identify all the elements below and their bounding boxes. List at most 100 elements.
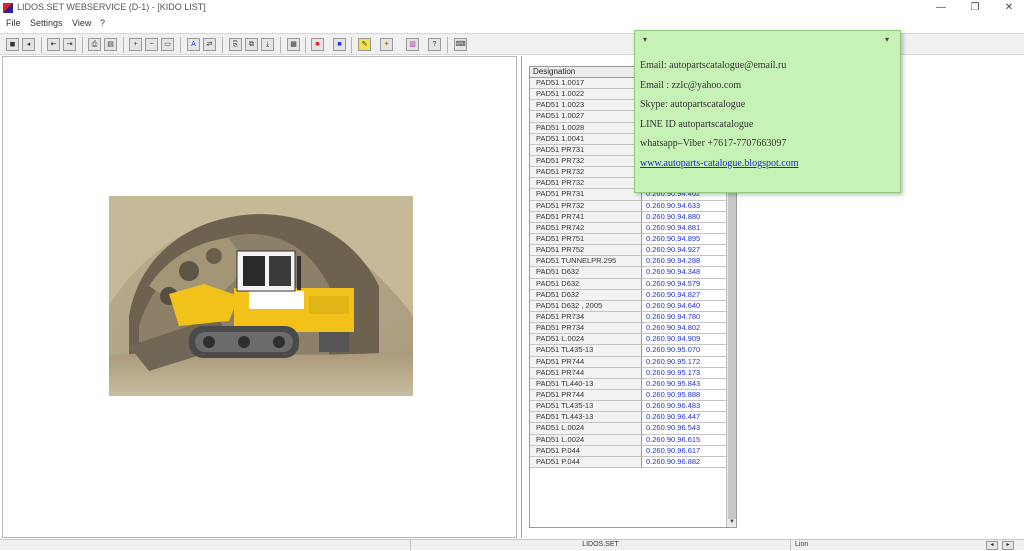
designation-cell[interactable]: PAD51 D632 , 2005 bbox=[530, 300, 642, 312]
designation-cell[interactable]: PAD51 1.0023 bbox=[530, 100, 642, 112]
designation-cell[interactable]: PAD51 PR732 bbox=[530, 178, 642, 190]
designation-cell[interactable]: PAD51 PR734 bbox=[530, 323, 642, 335]
zoom-out-icon[interactable]: − bbox=[145, 38, 158, 51]
designation-cell[interactable]: PAD51 1.0022 bbox=[530, 89, 642, 101]
part-number-cell[interactable]: 0.260.90.94.348 bbox=[642, 267, 726, 279]
copy-icon[interactable]: ⎘ bbox=[229, 38, 242, 51]
popup-website-link[interactable]: www.autoparts-catalogue.blogspot.com bbox=[640, 158, 798, 169]
go-to-start-icon[interactable]: ⇤ bbox=[47, 38, 60, 51]
table-row[interactable]: PAD51 PR732 0.260.90.94.633 bbox=[530, 200, 726, 212]
help-icon[interactable]: ? bbox=[428, 38, 441, 51]
designation-cell[interactable]: PAD51 1.0028 bbox=[530, 122, 642, 134]
designation-cell[interactable]: PAD51 PR732 bbox=[530, 155, 642, 168]
designation-cell[interactable]: PAD51 1.0017 bbox=[530, 78, 642, 90]
designation-cell[interactable]: PAD51 L.0024 bbox=[530, 423, 642, 435]
zoom-in-icon[interactable]: + bbox=[129, 38, 142, 51]
table-row[interactable]: PAD51 P.044 0.260.90.96.882 bbox=[530, 456, 726, 468]
designation-cell[interactable]: PAD51 P.044 bbox=[530, 445, 642, 457]
table-row[interactable]: PAD51 D632 0.260.90.94.579 bbox=[530, 278, 726, 290]
yellow-note-icon[interactable]: ✎ bbox=[358, 38, 371, 51]
designation-cell[interactable]: PAD51 L.0024 bbox=[530, 334, 642, 346]
table-row[interactable]: PAD51 PR734 0.260.90.94.802 bbox=[530, 323, 726, 335]
table-row[interactable]: PAD51 D632 , 2005 0.260.90.94.640 bbox=[530, 300, 726, 312]
designation-cell[interactable]: PAD51 TUNNELPR.295 bbox=[530, 256, 642, 268]
part-number-cell[interactable]: 0.260.90.96.882 bbox=[642, 457, 726, 468]
designation-cell[interactable]: PAD51 1.0027 bbox=[530, 111, 642, 123]
designation-cell[interactable]: PAD51 TL435-13 bbox=[530, 401, 642, 413]
part-number-cell[interactable]: 0.260.90.95.172 bbox=[642, 357, 726, 368]
designation-cell[interactable]: PAD51 D632 bbox=[530, 278, 642, 290]
designation-cell[interactable]: PAD51 PR741 bbox=[530, 211, 642, 223]
part-number-cell[interactable]: 0.260.90.94.288 bbox=[642, 256, 726, 268]
part-number-cell[interactable]: 0.260.90.94.802 bbox=[642, 323, 726, 335]
minimize-icon[interactable]: — bbox=[926, 0, 956, 16]
designation-cell[interactable]: PAD51 TL435-13 bbox=[530, 345, 642, 357]
table-row[interactable]: PAD51 TL440-13 0.260.90.95.843 bbox=[530, 378, 726, 390]
menu-file[interactable]: File bbox=[6, 18, 21, 28]
menu-settings[interactable]: Settings bbox=[30, 18, 63, 28]
export-icon[interactable]: ⤓ bbox=[261, 38, 274, 51]
part-number-cell[interactable]: 0.260.90.96.447 bbox=[642, 412, 726, 424]
part-number-cell[interactable]: 0.260.90.96.543 bbox=[642, 423, 726, 435]
designation-cell[interactable]: PAD51 PR731 bbox=[530, 189, 642, 201]
catalog-icon[interactable]: ▥ bbox=[406, 38, 419, 51]
designation-cell[interactable]: PAD51 PR732 bbox=[530, 167, 642, 179]
keyboard-icon[interactable]: ⌨ bbox=[454, 38, 467, 51]
find-next-icon[interactable]: ⇄ bbox=[203, 38, 216, 51]
go-to-end-icon[interactable]: ⇥ bbox=[63, 38, 76, 51]
designation-cell[interactable]: PAD51 TL440-13 bbox=[530, 378, 642, 390]
maximize-icon[interactable]: ❐ bbox=[960, 0, 990, 16]
print-icon[interactable]: ⎙ bbox=[88, 38, 101, 51]
designation-cell[interactable]: PAD51 1.0041 bbox=[530, 133, 642, 145]
table-row[interactable]: PAD51 L.0024 0.260.90.96.543 bbox=[530, 423, 726, 435]
part-number-cell[interactable]: 0.260.90.94.579 bbox=[642, 279, 726, 290]
designation-cell[interactable]: PAD51 PR744 bbox=[530, 389, 642, 402]
table-row[interactable]: PAD51 TL435-13 0.260.90.96.483 bbox=[530, 401, 726, 413]
part-number-cell[interactable]: 0.260.90.96.615 bbox=[642, 435, 726, 446]
table-row[interactable]: PAD51 L.0024 0.260.90.94.909 bbox=[530, 334, 726, 346]
designation-cell[interactable]: PAD51 TL443-13 bbox=[530, 412, 642, 424]
designation-cell[interactable]: PAD51 D632 bbox=[530, 289, 642, 301]
designation-cell[interactable]: PAD51 L.0024 bbox=[530, 434, 642, 446]
column-header-designation[interactable]: Designation bbox=[530, 67, 642, 78]
designation-cell[interactable]: PAD51 PR742 bbox=[530, 222, 642, 234]
part-number-cell[interactable]: 0.260.90.94.927 bbox=[642, 245, 726, 257]
table-row[interactable]: PAD51 TL435-13 0.260.90.95.070 bbox=[530, 345, 726, 357]
part-number-cell[interactable]: 0.260.90.95.888 bbox=[642, 390, 726, 402]
table-row[interactable]: PAD51 PR744 0.260.90.95.888 bbox=[530, 389, 726, 402]
close-icon[interactable]: ✕ bbox=[994, 0, 1024, 16]
designation-cell[interactable]: PAD51 PR732 bbox=[530, 200, 642, 212]
status-next-icon[interactable]: ▸ bbox=[1002, 541, 1014, 550]
designation-cell[interactable]: PAD51 PR751 bbox=[530, 233, 642, 246]
designation-cell[interactable]: PAD51 PR734 bbox=[530, 311, 642, 324]
part-number-cell[interactable]: 0.260.90.94.780 bbox=[642, 312, 726, 324]
first-record-icon[interactable]: ◼ bbox=[6, 38, 19, 51]
table-row[interactable]: PAD51 PR742 0.260.90.94.881 bbox=[530, 222, 726, 234]
table-row[interactable]: PAD51 P.044 0.260.90.96.617 bbox=[530, 445, 726, 457]
table-row[interactable]: PAD51 D632 0.260.90.94.348 bbox=[530, 267, 726, 279]
table-row[interactable]: PAD51 L.0024 0.260.90.96.615 bbox=[530, 434, 726, 446]
blue-flag-icon[interactable]: ■ bbox=[333, 38, 346, 51]
part-number-cell[interactable]: 0.260.90.95.843 bbox=[642, 379, 726, 390]
part-number-cell[interactable]: 0.260.90.94.640 bbox=[642, 301, 726, 312]
notes-icon[interactable]: ▦ bbox=[287, 38, 300, 51]
part-number-cell[interactable]: 0.260.90.94.827 bbox=[642, 290, 726, 301]
status-prev-icon[interactable]: ◂ bbox=[986, 541, 998, 550]
table-row[interactable]: PAD51 PR752 0.260.90.94.927 bbox=[530, 245, 726, 257]
scroll-down-icon[interactable]: ▼ bbox=[727, 517, 736, 527]
red-flag-icon[interactable]: ■ bbox=[311, 38, 324, 51]
table-row[interactable]: PAD51 D632 0.260.90.94.827 bbox=[530, 289, 726, 301]
part-number-cell[interactable]: 0.260.90.95.173 bbox=[642, 368, 726, 379]
designation-cell[interactable]: PAD51 D632 bbox=[530, 267, 642, 279]
part-number-cell[interactable]: 0.260.90.94.880 bbox=[642, 212, 726, 223]
table-row[interactable]: PAD51 TUNNELPR.295 0.260.90.94.288 bbox=[530, 256, 726, 268]
table-row[interactable]: PAD51 PR744 0.260.90.95.173 bbox=[530, 367, 726, 379]
table-row[interactable]: PAD51 PR734 0.260.90.94.780 bbox=[530, 311, 726, 324]
fit-page-icon[interactable]: ▭ bbox=[161, 38, 174, 51]
designation-cell[interactable]: PAD51 PR731 bbox=[530, 144, 642, 156]
search-icon[interactable]: A bbox=[187, 38, 200, 51]
part-number-cell[interactable]: 0.260.90.95.070 bbox=[642, 345, 726, 357]
table-row[interactable]: PAD51 PR744 0.260.90.95.172 bbox=[530, 356, 726, 368]
popup-arrow-icon[interactable]: ▾ bbox=[643, 35, 647, 44]
print-preview-icon[interactable]: ▤ bbox=[104, 38, 117, 51]
